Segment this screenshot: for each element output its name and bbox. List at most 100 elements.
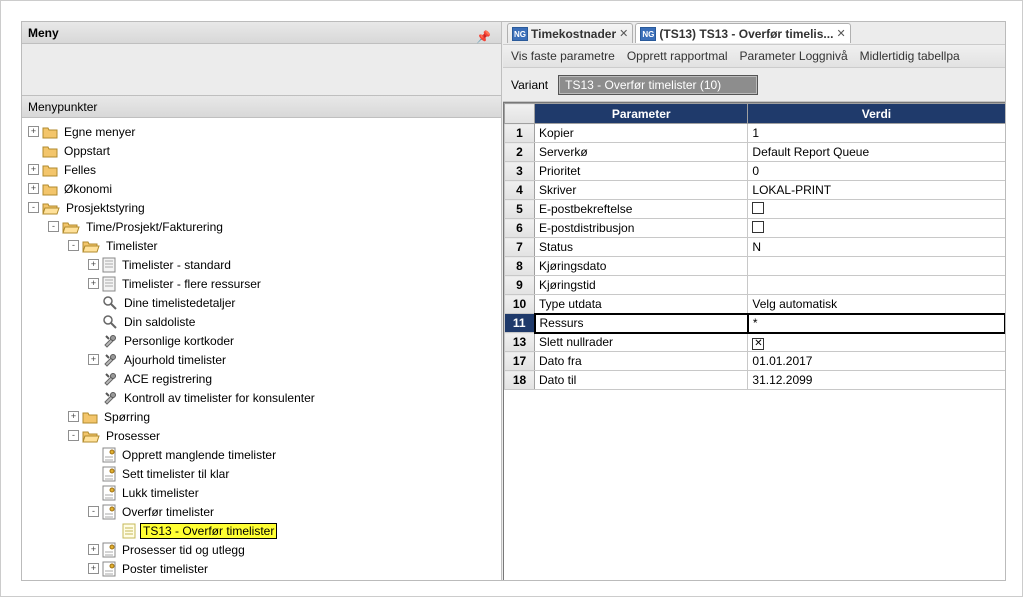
grid-row[interactable]: 13Slett nullrader✕ — [505, 333, 1006, 352]
grid-param-value[interactable] — [748, 200, 1005, 219]
close-icon[interactable]: ✕ — [836, 27, 845, 40]
tree-node[interactable]: Sett timelister til klar — [24, 464, 501, 483]
tree-node-label: Opprett manglende timelister — [120, 448, 278, 462]
panel-spacer — [22, 44, 501, 96]
tree-node[interactable]: Lukk timelister — [24, 483, 501, 502]
parameter-grid[interactable]: Parameter Verdi 1Kopier12ServerkøDefault… — [503, 102, 1006, 581]
grid-param-name: Status — [535, 238, 748, 257]
expand-icon[interactable]: + — [88, 354, 99, 365]
expand-icon[interactable]: + — [68, 411, 79, 422]
tree-node[interactable]: Din saldoliste — [24, 312, 501, 331]
tree-node[interactable]: + Økonomi — [24, 179, 501, 198]
collapse-icon[interactable]: - — [68, 430, 79, 441]
tree-node-label: Din saldoliste — [122, 315, 197, 329]
tree-node[interactable]: -Prosjektstyring — [24, 198, 501, 217]
grid-param-value[interactable]: 0 — [748, 162, 1005, 181]
grid-param-value[interactable] — [748, 219, 1005, 238]
grid-param-value[interactable]: 31.12.2099 — [748, 371, 1005, 390]
tree-node-label: Økonomi — [62, 182, 114, 196]
tree-node[interactable]: +Ajourhold timelister — [24, 350, 501, 369]
tree-node[interactable]: Personlige kortkoder — [24, 331, 501, 350]
tree-node-label: ACE registrering — [122, 372, 214, 386]
tree-node[interactable]: Kontroll av timelister for konsulenter — [24, 388, 501, 407]
tree-node[interactable]: -Prosesser — [24, 426, 501, 445]
checkbox-icon[interactable] — [752, 221, 764, 233]
close-icon[interactable]: ✕ — [619, 27, 628, 40]
tab[interactable]: NG(TS13) TS13 - Overfør timelis...✕ — [635, 23, 850, 43]
expand-icon[interactable]: + — [88, 544, 99, 555]
collapse-icon[interactable]: - — [88, 506, 99, 517]
grid-param-value[interactable]: * — [748, 314, 1005, 333]
tree-node-label: Egne menyer — [62, 125, 137, 139]
toolbar-temp-table[interactable]: Midlertidig tabellpa — [860, 49, 960, 63]
toolbar-param-loglevel[interactable]: Parameter Loggnivå — [740, 49, 848, 63]
expand-icon[interactable]: + — [88, 563, 99, 574]
tree-node[interactable]: -Overfør timelister — [24, 502, 501, 521]
grid-param-value[interactable]: Velg automatisk — [748, 295, 1005, 314]
grid-row[interactable]: 5E-postbekreftelse — [505, 200, 1006, 219]
checkbox-icon[interactable] — [752, 202, 764, 214]
variant-field[interactable]: TS13 - Overfør timelister (10) — [558, 75, 758, 95]
tree-node[interactable]: +Spørring — [24, 407, 501, 426]
grid-row[interactable]: 11Ressurs* — [505, 314, 1006, 333]
collapse-icon[interactable]: - — [68, 240, 79, 251]
tree-node-label: Personlige kortkoder — [122, 334, 236, 348]
expand-icon[interactable]: + — [88, 259, 99, 270]
tree-node[interactable]: +Poster timelister — [24, 559, 501, 578]
grid-row[interactable]: 4SkriverLOKAL-PRINT — [505, 181, 1006, 200]
folder-closed-icon — [42, 163, 58, 177]
grid-row[interactable]: 18Dato til31.12.2099 — [505, 371, 1006, 390]
grid-row[interactable]: 2ServerkøDefault Report Queue — [505, 143, 1006, 162]
grid-row[interactable]: 6E-postdistribusjon — [505, 219, 1006, 238]
grid-header-rownum — [505, 104, 535, 124]
tree-node[interactable]: TS13 - Overfør timelister — [24, 521, 501, 540]
mag-icon — [102, 314, 118, 330]
menu-tree[interactable]: +Egne menyerOppstart+Felles+Økonomi-Pros… — [22, 118, 501, 581]
tree-node[interactable]: ACE registrering — [24, 369, 501, 388]
grid-row[interactable]: 1Kopier1 — [505, 124, 1006, 143]
grid-row[interactable]: 10Type utdataVelg automatisk — [505, 295, 1006, 314]
folder-closed-icon — [42, 182, 58, 196]
grid-row-number: 8 — [505, 257, 535, 276]
grid-param-name: Dato fra — [535, 352, 748, 371]
checkbox-icon[interactable]: ✕ — [752, 338, 764, 350]
tree-node-label: Time/Prosjekt/Fakturering — [84, 220, 225, 234]
tree-node[interactable]: - Time/Prosjekt/Fakturering — [24, 217, 501, 236]
toolbar-show-fixed-params[interactable]: Vis faste parametre — [511, 49, 615, 63]
tree-node[interactable]: +Timelister - standard — [24, 255, 501, 274]
grid-param-value[interactable]: LOKAL-PRINT — [748, 181, 1005, 200]
grid-param-value[interactable] — [748, 276, 1005, 295]
tree-node[interactable]: Dine timelistedetaljer — [24, 293, 501, 312]
expand-icon[interactable]: + — [28, 183, 39, 194]
grid-row[interactable]: 9Kjøringstid — [505, 276, 1006, 295]
tree-node[interactable]: Opprett manglende timelister — [24, 445, 501, 464]
grid-param-name: Serverkø — [535, 143, 748, 162]
grid-param-value[interactable] — [748, 257, 1005, 276]
grid-row[interactable]: 8Kjøringsdato — [505, 257, 1006, 276]
collapse-icon[interactable]: - — [28, 202, 39, 213]
tree-node[interactable]: +Timelister - flere ressurser — [24, 274, 501, 293]
collapse-icon[interactable]: - — [48, 221, 59, 232]
grid-param-value[interactable]: N — [748, 238, 1005, 257]
grid-param-value[interactable]: 1 — [748, 124, 1005, 143]
tree-node[interactable]: + Egne menyer — [24, 122, 501, 141]
tree-node-label: Oppstart — [62, 144, 112, 158]
tree-node[interactable]: -Timelister — [24, 236, 501, 255]
grid-param-value[interactable]: ✕ — [748, 333, 1005, 352]
expand-icon[interactable]: + — [28, 126, 39, 137]
ng-icon: NG — [640, 27, 656, 41]
tree-node[interactable]: +Felles — [24, 160, 501, 179]
expand-icon[interactable]: + — [28, 164, 39, 175]
toolbar-create-report-template[interactable]: Opprett rapportmal — [627, 49, 728, 63]
grid-row[interactable]: 3Prioritet0 — [505, 162, 1006, 181]
grid-row[interactable]: 17Dato fra01.01.2017 — [505, 352, 1006, 371]
grid-param-name: Kopier — [535, 124, 748, 143]
tree-node[interactable]: +Prosesser tid og utlegg — [24, 540, 501, 559]
grid-param-value[interactable]: Default Report Queue — [748, 143, 1005, 162]
pin-icon[interactable]: 📌 — [476, 26, 491, 48]
grid-param-value[interactable]: 01.01.2017 — [748, 352, 1005, 371]
expand-icon[interactable]: + — [88, 278, 99, 289]
tree-node[interactable]: Oppstart — [24, 141, 501, 160]
tab[interactable]: NGTimekostnader✕ — [507, 23, 633, 43]
grid-row[interactable]: 7StatusN — [505, 238, 1006, 257]
